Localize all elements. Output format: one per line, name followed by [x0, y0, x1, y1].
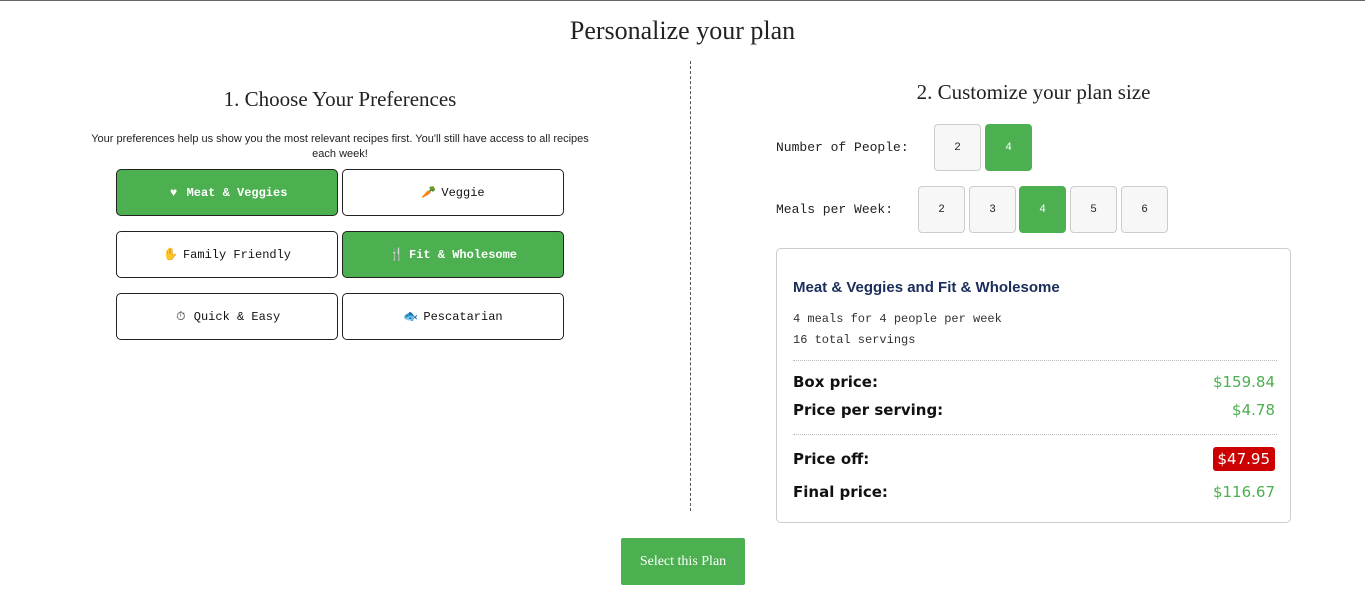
person-icon: ✋ [162, 248, 178, 262]
pref-meat-veggies-button[interactable]: ♥ Meat & Veggies [116, 169, 338, 216]
preferences-description: Your preferences help us show you the mo… [91, 133, 589, 160]
heart-icon: ♥ [169, 185, 178, 200]
per-serving-row: Price per serving: $4.78 [793, 401, 1275, 419]
plan-summary-card: Meat & Veggies and Fit & Wholesome 4 mea… [776, 248, 1291, 523]
meals-option-3[interactable]: 3 [969, 186, 1016, 233]
box-price-row: Box price: $159.84 [793, 373, 1275, 391]
select-plan-button[interactable]: Select this Plan [621, 538, 745, 585]
final-price-value: $116.67 [1212, 483, 1275, 501]
pref-family-friendly-button[interactable]: ✋ Family Friendly [116, 231, 338, 278]
pref-label: Fit & Wholesome [408, 247, 518, 262]
people-option-4[interactable]: 4 [985, 124, 1032, 171]
per-serving-value: $4.78 [1232, 401, 1275, 419]
final-price-row: Final price: $116.67 [793, 483, 1275, 501]
pref-label: Meat & Veggies [186, 185, 288, 200]
box-price-value: $159.84 [1212, 373, 1275, 391]
carrot-icon: 🥕 [421, 186, 437, 200]
plan-size-title: 2. Customize your plan size [916, 80, 1151, 104]
price-off-row: Price off: $47.95 [793, 447, 1275, 471]
pref-pescatarian-button[interactable]: 🐟 Pescatarian [342, 293, 564, 340]
pref-label: Quick & Easy [193, 309, 281, 324]
meals-option-4[interactable]: 4 [1019, 186, 1066, 233]
meals-option-5[interactable]: 5 [1070, 186, 1117, 233]
summary-separator [793, 360, 1277, 361]
final-price-label: Final price: [793, 483, 888, 501]
pref-fit-wholesome-button[interactable]: 🍴 Fit & Wholesome [342, 231, 564, 278]
price-off-badge: $47.95 [1212, 447, 1275, 471]
meals-label: Meals per Week: [776, 202, 894, 217]
fish-icon: 🐟 [403, 310, 419, 324]
stopwatch-icon: ⏱ [176, 309, 186, 324]
box-price-label: Box price: [793, 373, 878, 391]
pref-label: Pescatarian [423, 309, 503, 324]
pref-quick-easy-button[interactable]: ⏱ Quick & Easy [116, 293, 338, 340]
pref-veggie-button[interactable]: 🥕 Veggie [342, 169, 564, 216]
people-label: Number of People: [776, 140, 909, 155]
column-divider [690, 61, 691, 511]
plan-name: Meat & Veggies and Fit & Wholesome [793, 279, 1060, 296]
summary-separator [793, 434, 1277, 435]
page-title: Personalize your plan [569, 16, 796, 45]
top-border [0, 0, 1365, 1]
utensils-icon: 🍴 [388, 248, 404, 262]
pref-label: Veggie [441, 185, 485, 200]
meals-option-2[interactable]: 2 [918, 186, 965, 233]
per-serving-label: Price per serving: [793, 401, 944, 419]
price-off-label: Price off: [793, 450, 870, 468]
preferences-title: 1. Choose Your Preferences [223, 87, 457, 111]
meals-summary: 4 meals for 4 people per week [793, 312, 1002, 326]
people-option-2[interactable]: 2 [934, 124, 981, 171]
pref-label: Family Friendly [182, 247, 292, 262]
meals-option-6[interactable]: 6 [1121, 186, 1168, 233]
servings-summary: 16 total servings [793, 333, 916, 347]
